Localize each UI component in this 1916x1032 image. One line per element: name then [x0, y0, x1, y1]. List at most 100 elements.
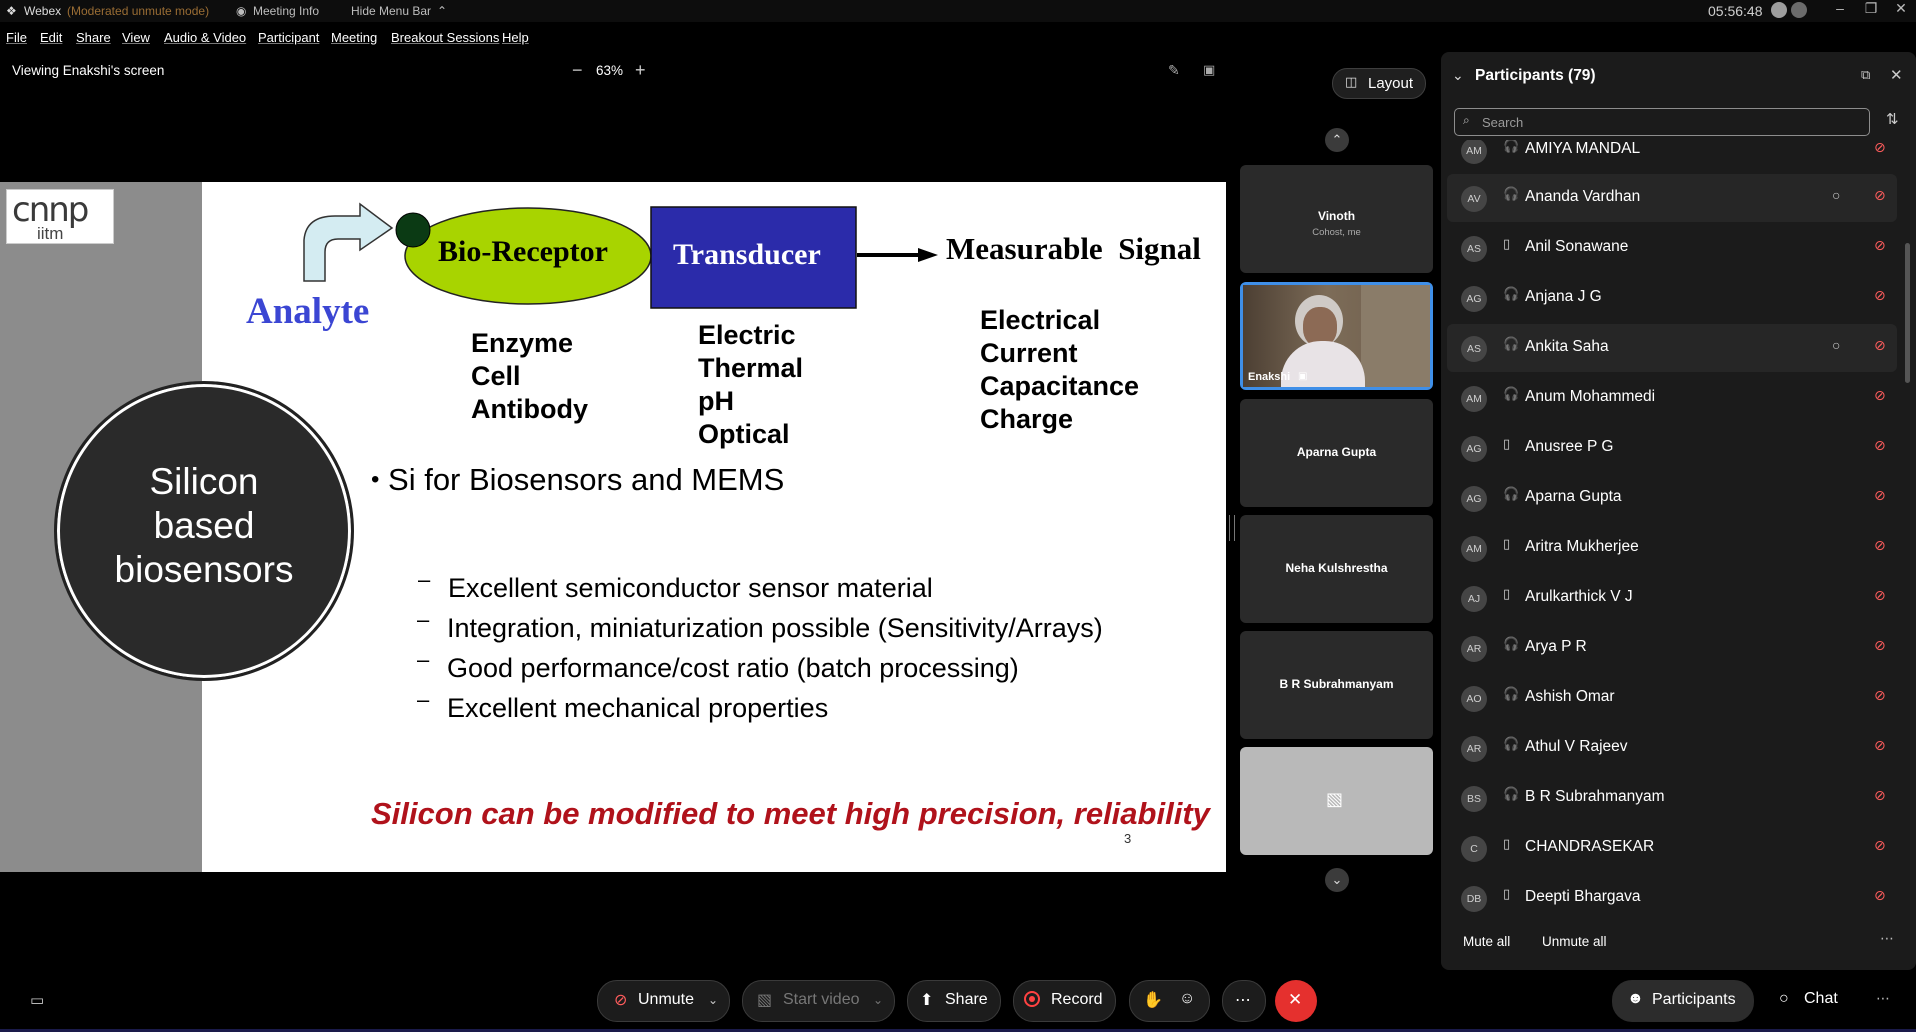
participant-name: Ankita Saha	[1525, 338, 1609, 355]
camera-off-icon: ▧	[757, 992, 773, 1009]
participant-row[interactable]: AO 🎧 Ashish Omar ⊘	[1447, 674, 1897, 722]
participant-row[interactable]: BS 🎧 B R Subrahmanyam ⊘	[1447, 774, 1897, 822]
meeting-info-link[interactable]: Meeting Info	[253, 4, 319, 18]
muted-mic-icon[interactable]: ⊘	[1874, 787, 1886, 804]
maximize-icon[interactable]: ❐	[1856, 0, 1886, 17]
search-input[interactable]: Search	[1482, 115, 1523, 130]
participant-row[interactable]: AM 🎧 Anum Mohammedi ⊘	[1447, 374, 1897, 422]
emoji-reaction-icon[interactable]: ☺	[1179, 990, 1195, 1008]
menu-help[interactable]: Help	[502, 30, 529, 45]
muted-mic-icon[interactable]: ⊘	[1874, 687, 1886, 704]
menu-view[interactable]: View	[122, 30, 150, 45]
participants-icon: ☻	[1627, 990, 1644, 1007]
muted-mic-icon[interactable]: ⊘	[1874, 337, 1886, 354]
more-options-icon[interactable]: ⋯	[1876, 990, 1890, 1007]
participant-row[interactable]: AS ▯ Anil Sonawane ⊘	[1447, 224, 1897, 272]
record-button[interactable]: Record	[1013, 980, 1116, 1022]
popout-icon[interactable]: ⧉	[1861, 67, 1870, 83]
muted-mic-icon[interactable]: ⊘	[1874, 537, 1886, 554]
muted-mic-icon[interactable]: ⊘	[1874, 887, 1886, 904]
menu-share[interactable]: Share	[76, 30, 111, 45]
participant-scrollbar[interactable]	[1905, 145, 1910, 920]
participant-row[interactable]: AR 🎧 Arya P R ⊘	[1447, 624, 1897, 672]
muted-mic-icon[interactable]: ⊘	[1874, 437, 1886, 454]
chevron-up-icon[interactable]: ⌃	[437, 4, 447, 18]
participant-row[interactable]: AG 🎧 Aparna Gupta ⊘	[1447, 474, 1897, 522]
sort-icon[interactable]: ⇅	[1886, 110, 1899, 128]
muted-mic-icon[interactable]: ⊘	[1874, 140, 1886, 156]
more-options-icon[interactable]: ⋯	[1880, 930, 1894, 947]
chat-bubble-icon[interactable]: ○	[1832, 337, 1840, 353]
chevron-down-icon[interactable]: ⌄	[708, 993, 718, 1007]
more-button[interactable]: ⋯	[1222, 980, 1266, 1022]
muted-mic-icon[interactable]: ⊘	[1874, 637, 1886, 654]
share-screen-icon: ⬆	[920, 992, 934, 1009]
close-panel-icon[interactable]: ✕	[1890, 66, 1903, 84]
zoom-out-icon[interactable]: −	[572, 60, 583, 81]
meeting-info-icon[interactable]: ◉	[236, 4, 246, 18]
zoom-level: 63%	[596, 63, 624, 78]
end-call-button[interactable]: ✕	[1275, 980, 1317, 1022]
webex-logo-icon: ❖	[6, 4, 17, 18]
chat-bubble-icon[interactable]: ○	[1832, 187, 1840, 203]
participant-name: Arya P R	[1525, 638, 1587, 655]
participant-row[interactable]: AS 🎧 Ankita Saha ○ ⊘	[1447, 324, 1897, 372]
menu-edit[interactable]: Edit	[40, 30, 62, 45]
menu-participant[interactable]: Participant	[258, 30, 319, 45]
menu-meeting[interactable]: Meeting	[331, 30, 377, 45]
participant-row[interactable]: AJ ▯ Arulkarthick V J ⊘	[1447, 574, 1897, 622]
scrollbar-thumb[interactable]	[1905, 243, 1910, 383]
layout-button[interactable]: ◫ Layout	[1332, 68, 1426, 99]
collapse-chevron-icon[interactable]: ⌄	[1452, 67, 1464, 84]
muted-mic-icon[interactable]: ⊘	[1874, 737, 1886, 754]
muted-mic-icon[interactable]: ⊘	[1874, 587, 1886, 604]
participant-list: AM 🎧 AMIYA MANDAL ⊘ AV 🎧 Ananda Vardhan ○ ⊘ AS ▯…	[0, 140, 1916, 930]
unmute-all-button[interactable]: Unmute all	[1542, 934, 1607, 949]
participant-name: Arulkarthick V J	[1525, 588, 1633, 605]
chat-button[interactable]: ○ Chat	[1771, 980, 1861, 1020]
participant-row[interactable]: AV 🎧 Ananda Vardhan ○ ⊘	[1447, 174, 1897, 222]
headset-icon: 🎧	[1503, 140, 1520, 153]
muted-mic-icon[interactable]: ⊘	[1874, 237, 1886, 254]
muted-mic-icon[interactable]: ⊘	[1874, 187, 1886, 204]
muted-mic-icon[interactable]: ⊘	[1874, 837, 1886, 854]
participant-row[interactable]: AG 🎧 Anjana J G ⊘	[1447, 274, 1897, 322]
headset-icon: 🎧	[1503, 486, 1520, 501]
minimize-icon[interactable]: –	[1825, 0, 1855, 16]
menu-audio-video[interactable]: Audio & Video	[164, 30, 246, 45]
avatar: AG	[1461, 486, 1487, 512]
share-label: Share	[945, 991, 988, 1008]
participant-row[interactable]: AM ▯ Aritra Mukherjee ⊘	[1447, 524, 1897, 572]
participant-row[interactable]: AG ▯ Anusree P G ⊘	[1447, 424, 1897, 472]
menu-breakout-sessions[interactable]: Breakout Sessions	[391, 30, 499, 45]
headset-icon: 🎧	[1503, 736, 1520, 751]
phone-icon: ▯	[1503, 436, 1511, 451]
status-icon[interactable]	[1771, 2, 1787, 18]
zoom-in-icon[interactable]: +	[635, 60, 646, 81]
participant-row[interactable]: C ▯ CHANDRASEKAR ⊘	[1447, 824, 1897, 872]
participant-row[interactable]: AR 🎧 Athul V Rajeev ⊘	[1447, 724, 1897, 772]
muted-mic-icon[interactable]: ⊘	[1874, 387, 1886, 404]
share-button[interactable]: ⬆ Share	[907, 980, 1001, 1022]
unmute-button[interactable]: ⊘ Unmute ⌄	[597, 980, 730, 1022]
participant-row[interactable]: DB ▯ Deepti Bhargava ⊘	[1447, 874, 1897, 922]
muted-mic-icon[interactable]: ⊘	[1874, 287, 1886, 304]
avatar: AM	[1461, 386, 1487, 412]
popout-screen-icon[interactable]: ▣	[1203, 62, 1215, 78]
chat-icon: ○	[1779, 990, 1789, 1007]
menu-file[interactable]: File	[6, 30, 27, 45]
close-window-icon[interactable]: ✕	[1886, 0, 1916, 17]
captions-icon[interactable]: ▭	[30, 991, 44, 1009]
participants-button[interactable]: ☻ Participants	[1612, 980, 1754, 1022]
viewing-label: Viewing Enakshi's screen	[12, 63, 165, 78]
start-video-button[interactable]: ▧ Start video ⌄	[742, 980, 895, 1022]
muted-mic-icon[interactable]: ⊘	[1874, 487, 1886, 504]
chevron-down-icon[interactable]: ⌄	[873, 993, 883, 1007]
mute-all-button[interactable]: Mute all	[1463, 934, 1510, 949]
hide-menu-bar-link[interactable]: Hide Menu Bar	[351, 4, 431, 18]
avatar[interactable]	[1791, 2, 1807, 18]
annotate-icon[interactable]: ✎	[1168, 62, 1180, 79]
raise-hand-icon[interactable]: ✋	[1143, 990, 1163, 1010]
search-field[interactable]: ⌕ Search	[1454, 108, 1870, 136]
participant-row[interactable]: AM 🎧 AMIYA MANDAL ⊘	[1447, 140, 1897, 174]
